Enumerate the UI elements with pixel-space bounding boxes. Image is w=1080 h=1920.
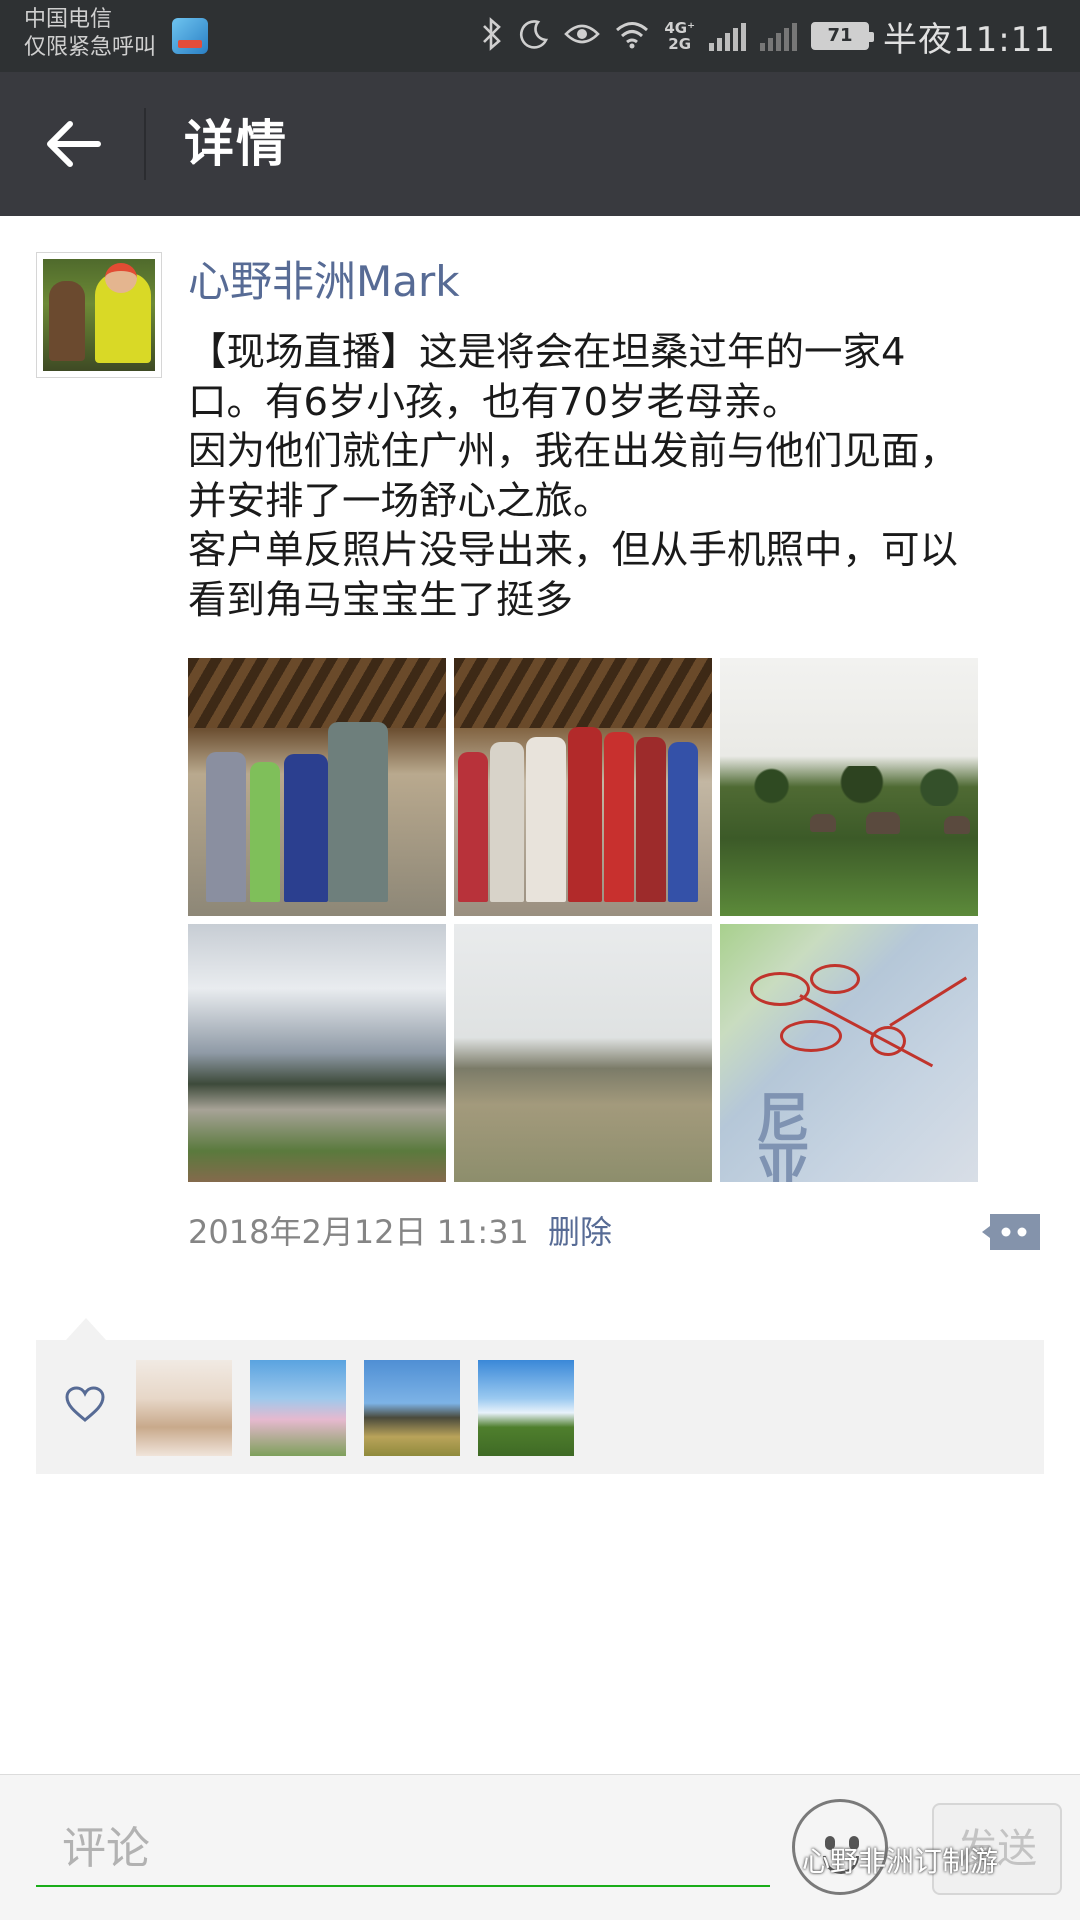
photo-group-pavilion[interactable] xyxy=(188,658,446,916)
likes-panel xyxy=(36,1318,1044,1474)
wifi-icon xyxy=(614,19,650,54)
like-avatar[interactable] xyxy=(136,1360,232,1456)
more-actions-button[interactable] xyxy=(980,1210,1044,1254)
post-text: 【现场直播】这是将会在坦桑过年的一家4 口。有6岁小孩，也有70岁老母亲。 因为… xyxy=(188,328,1038,625)
author-avatar[interactable] xyxy=(36,252,162,378)
post-text-line: 口。有6岁小孩，也有70岁老母亲。 xyxy=(188,379,801,425)
battery-icon: 71 xyxy=(811,22,875,50)
status-icons: 4G⁺ 2G 71 半夜11:11 xyxy=(480,10,1056,62)
comment-menu-icon xyxy=(982,1214,1040,1250)
photo-route-map[interactable]: 尼 亚 xyxy=(720,924,978,1182)
back-button[interactable] xyxy=(36,108,108,180)
title-divider xyxy=(144,108,146,180)
app-notification-icon xyxy=(172,18,208,54)
emergency-only-label: 仅限紧急呼叫 xyxy=(24,35,157,60)
title-bar: 详情 xyxy=(0,72,1080,216)
do-not-disturb-moon-icon xyxy=(518,18,550,55)
post-text-line: 【现场直播】这是将会在坦桑过年的一家4 xyxy=(188,330,906,375)
author-name[interactable]: 心野非洲Mark xyxy=(188,256,460,308)
map-text-2: 亚 xyxy=(756,1137,810,1182)
photo-lodge-terrace[interactable] xyxy=(188,924,446,1182)
post-text-line: 看到角马宝宝生了挺多 xyxy=(188,577,574,623)
avatar-photo xyxy=(43,259,155,371)
back-arrow-icon xyxy=(47,121,101,167)
post-text-line: 因为他们就住广州，我在出发前与他们见面， xyxy=(188,429,959,474)
heart-icon xyxy=(65,1386,105,1422)
photo-group-maasai[interactable] xyxy=(454,658,712,916)
delete-link[interactable]: 删除 xyxy=(548,1212,612,1252)
photo-grid: 尼 亚 xyxy=(188,658,980,1182)
comment-input[interactable]: 评论 xyxy=(36,1811,770,1887)
carrier-name: 中国电信 xyxy=(24,7,113,32)
network-2g-label: 2G xyxy=(668,35,692,53)
signal-strength-icon xyxy=(709,21,747,51)
status-clock: 半夜11:11 xyxy=(883,19,1056,60)
carrier-info: 中国电信 仅限紧急呼叫 xyxy=(24,6,156,62)
watermark: 心野非洲订制游 xyxy=(802,1845,999,1878)
like-avatar[interactable] xyxy=(364,1360,460,1456)
post-timestamp: 2018年2月12日 11:31 xyxy=(188,1213,529,1251)
page-title: 详情 xyxy=(184,115,288,173)
like-avatar[interactable] xyxy=(250,1360,346,1456)
post-text-line: 并安排了一场舒心之旅。 xyxy=(188,478,612,524)
signal-strength-2-icon xyxy=(760,21,798,51)
network-4g-label: 4G⁺ xyxy=(664,19,696,37)
status-bar: 中国电信 仅限紧急呼叫 4G⁺ 2G 71 半夜11:11 xyxy=(0,0,1080,72)
photo-elephants[interactable] xyxy=(720,658,978,916)
network-type-indicator: 4G⁺ 2G xyxy=(664,20,695,52)
like-avatar[interactable] xyxy=(478,1360,574,1456)
post-text-line: 客户单反照片没导出来，但从手机照中，可以 xyxy=(188,528,959,573)
photo-wildebeest-plains[interactable] xyxy=(454,924,712,1182)
eye-comfort-icon xyxy=(564,20,601,53)
bluetooth-icon xyxy=(480,16,504,56)
